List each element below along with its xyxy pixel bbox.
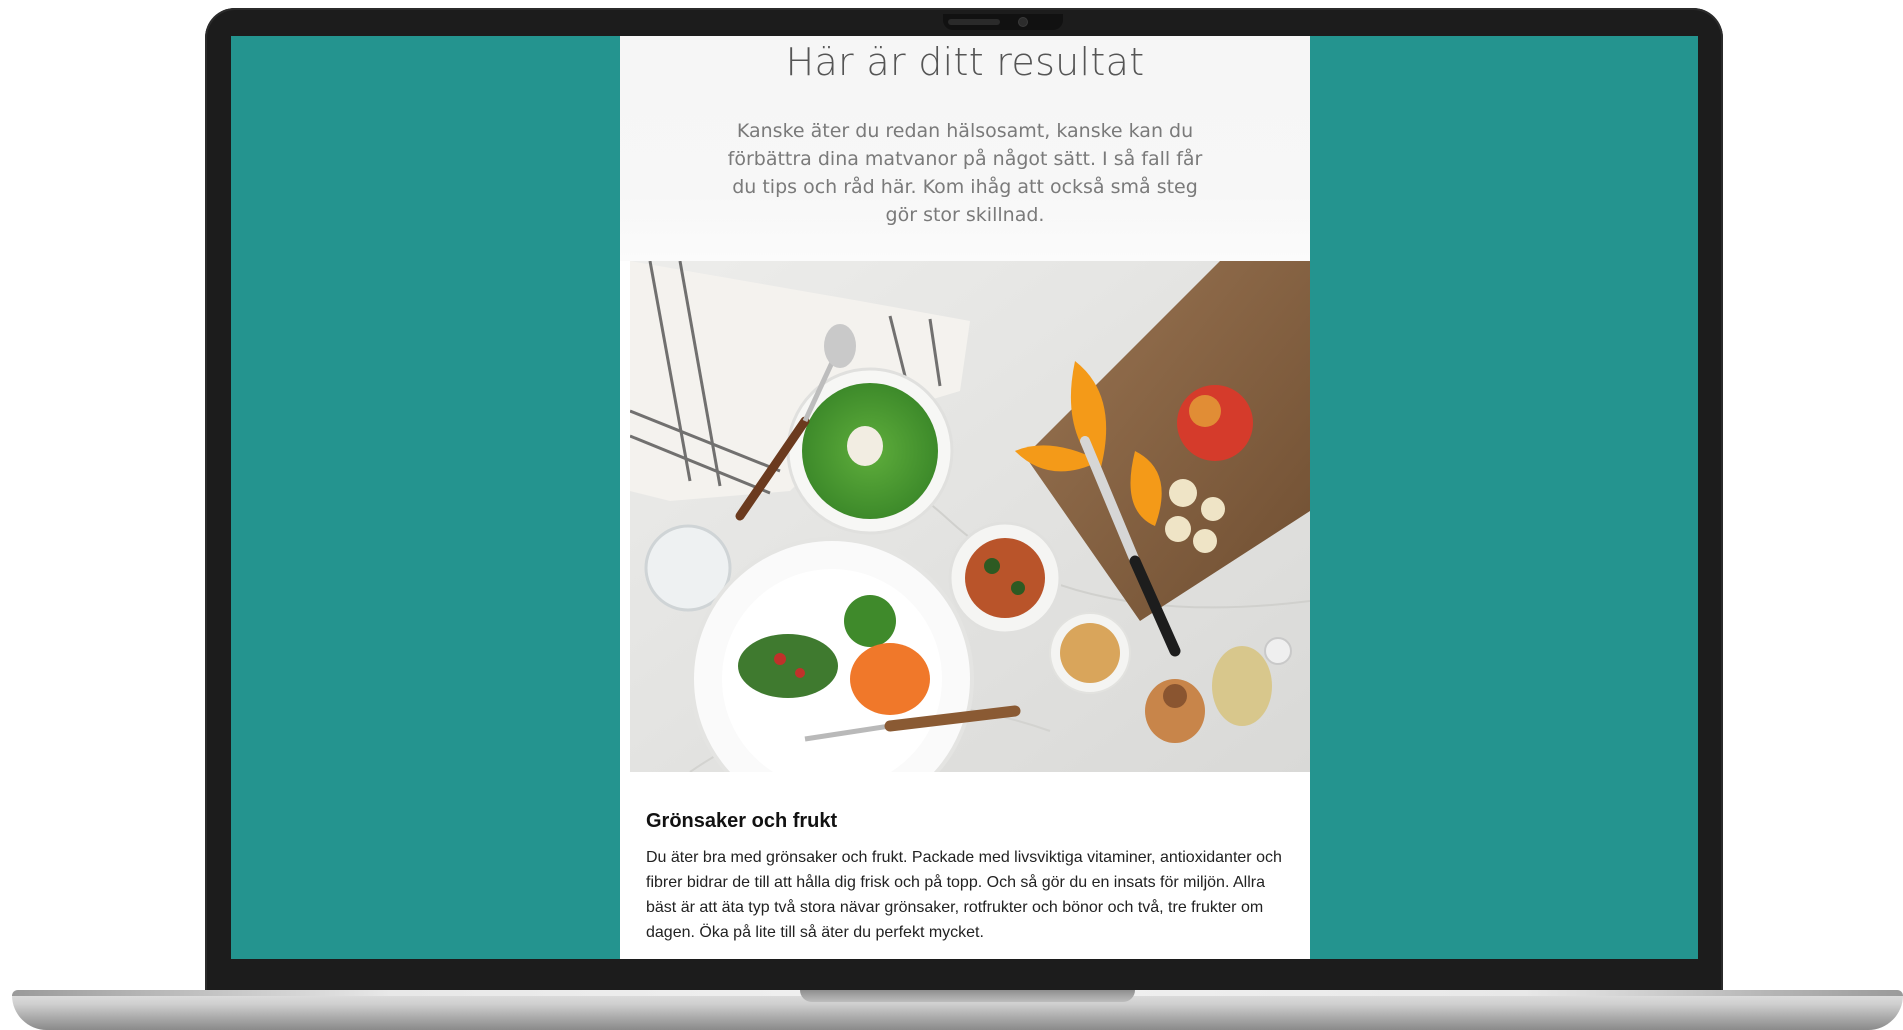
laptop-speaker	[948, 19, 1000, 25]
result-article-vegetables: Grönsaker och frukt Du äter bra med grön…	[646, 810, 1296, 945]
food-photo-icon	[630, 261, 1310, 772]
article-heading: Grönsaker och frukt	[646, 810, 838, 832]
article-body: Du äter bra med grönsaker och frukt. Pac…	[646, 849, 1282, 941]
hero-intro-text: Kanske äter du redan hälsosamt, kanske k…	[727, 120, 1203, 226]
laptop-screen: Här är ditt resultat Kanske äter du reda…	[231, 36, 1698, 959]
camera-icon	[1019, 18, 1027, 26]
page-title: Här är ditt resultat	[785, 40, 1145, 84]
result-hero: Här är ditt resultat Kanske äter du reda…	[620, 36, 1310, 261]
food-photo	[630, 261, 1310, 772]
laptop-opening-groove	[800, 990, 1135, 1002]
result-page[interactable]: Här är ditt resultat Kanske äter du reda…	[620, 36, 1310, 959]
